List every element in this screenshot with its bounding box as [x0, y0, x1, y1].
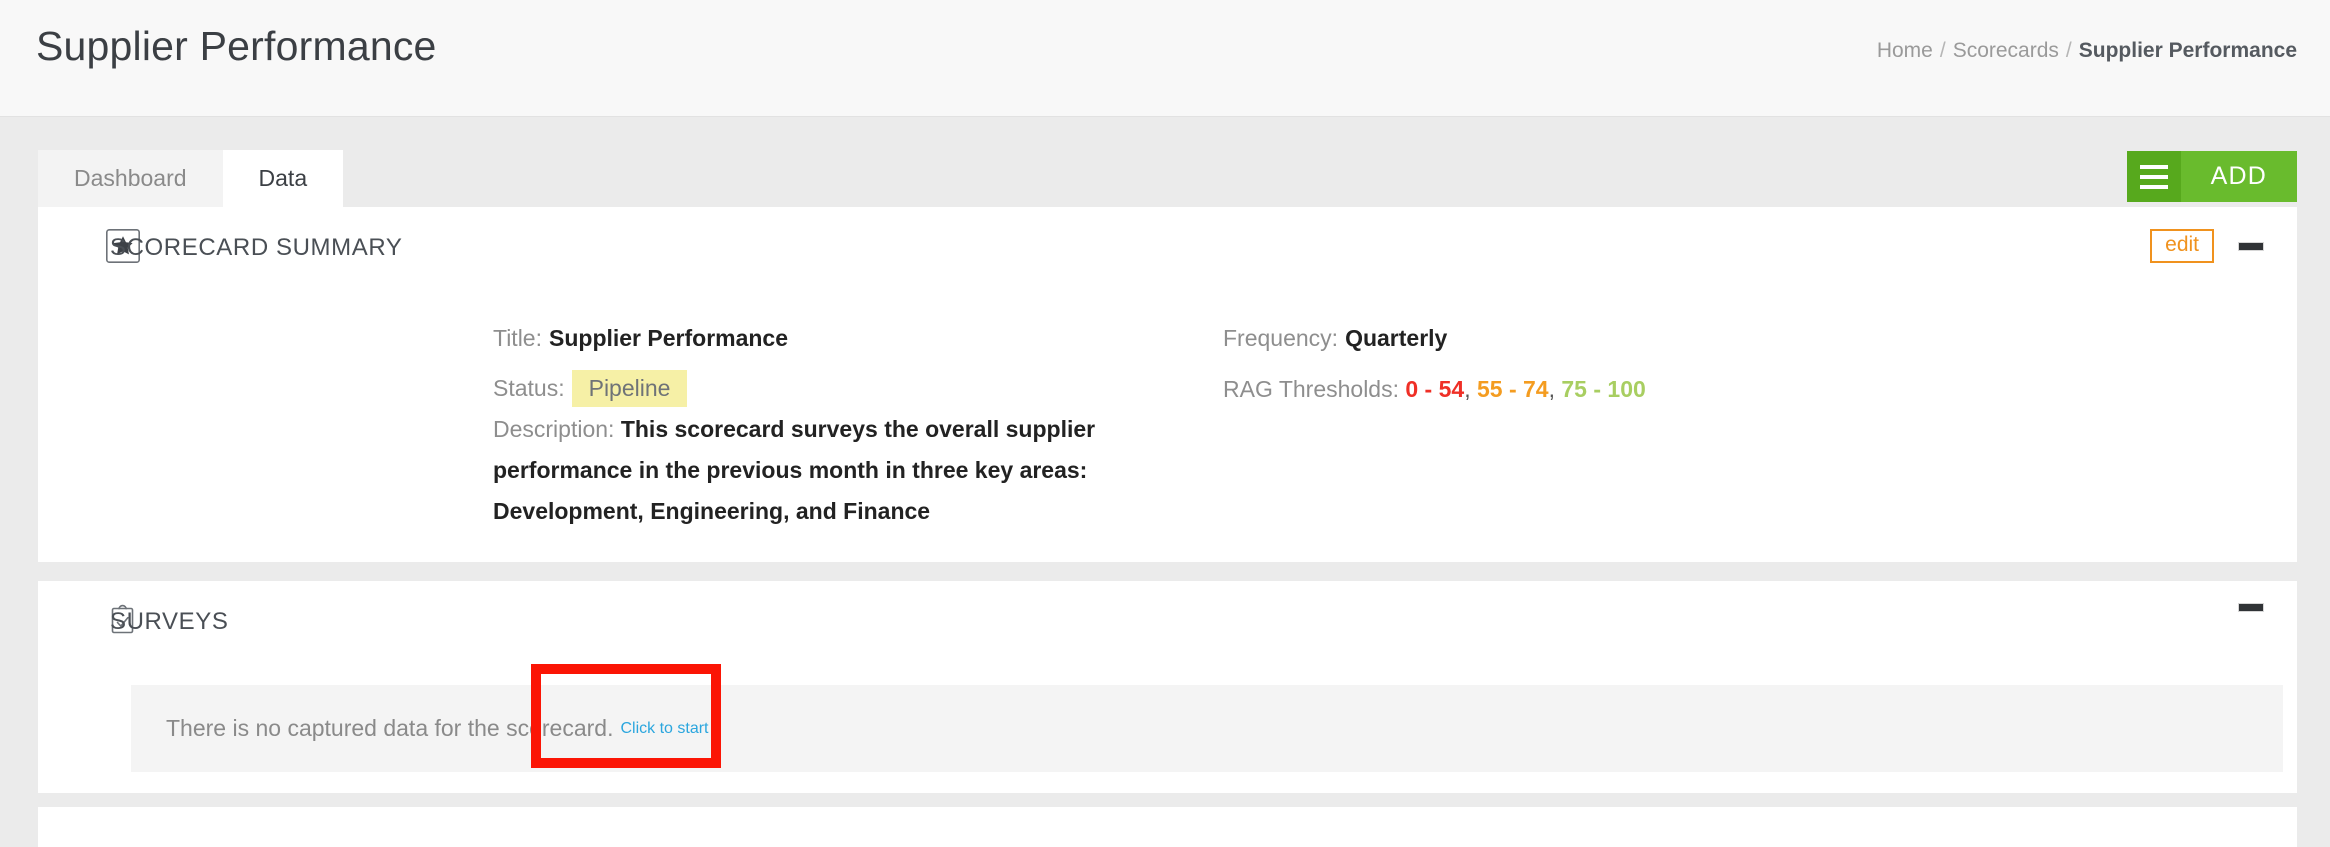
surveys-empty-state: There is no captured data for the scorec… [131, 685, 2283, 772]
field-frequency: Frequency: Quarterly [1223, 325, 1447, 352]
field-rag-label: RAG Thresholds: [1223, 376, 1399, 402]
scorecard-summary-header: SCORECARD SUMMARY edit [38, 207, 2297, 289]
field-description: Description: This scorecard surveys the … [493, 409, 1183, 532]
breadcrumb-separator: / [1939, 39, 1946, 62]
surveys-header: SURVEYS [38, 581, 2297, 663]
tab-dashboard[interactable]: Dashboard [38, 150, 223, 207]
breadcrumb: Home / Scorecards / Supplier Performance [1877, 39, 2297, 63]
status-badge: Pipeline [571, 370, 688, 407]
field-title-value: Supplier Performance [549, 325, 789, 351]
edit-button[interactable]: edit [2150, 229, 2214, 264]
field-frequency-label: Frequency: [1223, 325, 1339, 351]
page-header: Supplier Performance Home / Scorecards / Sup… [0, 0, 2330, 117]
breadcrumb-item-scorecards[interactable]: Scorecards [1953, 39, 2059, 62]
breadcrumb-separator: / [2065, 39, 2072, 62]
rag-threshold-amber: 55 - 74 [1476, 376, 1549, 402]
add-button[interactable]: ADD [2126, 151, 2297, 202]
field-title: Title: Supplier Performance [493, 325, 788, 352]
add-button-label[interactable]: ADD [2180, 151, 2297, 202]
breadcrumb-item-current: Supplier Performance [2078, 39, 2297, 62]
rag-threshold-green: 75 - 100 [1561, 376, 1646, 402]
next-card-partial [38, 807, 2297, 847]
hamburger-icon[interactable] [2126, 151, 2181, 202]
field-frequency-value: Quarterly [1345, 325, 1448, 351]
scorecard-summary-card: SCORECARD SUMMARY edit Title: Supplier Pe… [38, 207, 2297, 562]
field-description-label: Description: [493, 416, 615, 442]
tab-bar: Dashboard Data [38, 150, 344, 207]
rag-separator: , [1464, 376, 1471, 402]
rag-threshold-red: 0 - 54 [1405, 376, 1465, 402]
tab-data[interactable]: Data [222, 150, 344, 207]
click-to-start-link[interactable]: Click to start [620, 720, 708, 738]
field-status: Status: Pipeline [493, 370, 688, 407]
scorecard-summary-actions: edit [2150, 229, 2264, 264]
field-rag-thresholds: RAG Thresholds: 0 - 54, 55 - 74, 75 - 10… [1223, 376, 1646, 403]
field-status-label: Status: [493, 375, 565, 401]
minus-icon[interactable] [2238, 241, 2264, 251]
page-title: Supplier Performance [36, 23, 437, 69]
surveys-title: SURVEYS [110, 608, 229, 635]
minus-icon[interactable] [2238, 603, 2264, 612]
scorecard-summary-title: SCORECARD SUMMARY [110, 234, 403, 261]
breadcrumb-item-home[interactable]: Home [1877, 39, 1933, 62]
field-title-label: Title: [493, 325, 542, 351]
surveys-empty-message: There is no captured data for the scorec… [166, 715, 614, 741]
surveys-card: SURVEYS There is no captured data for th… [38, 581, 2297, 793]
surveys-actions [2238, 603, 2264, 612]
rag-separator: , [1548, 376, 1555, 402]
